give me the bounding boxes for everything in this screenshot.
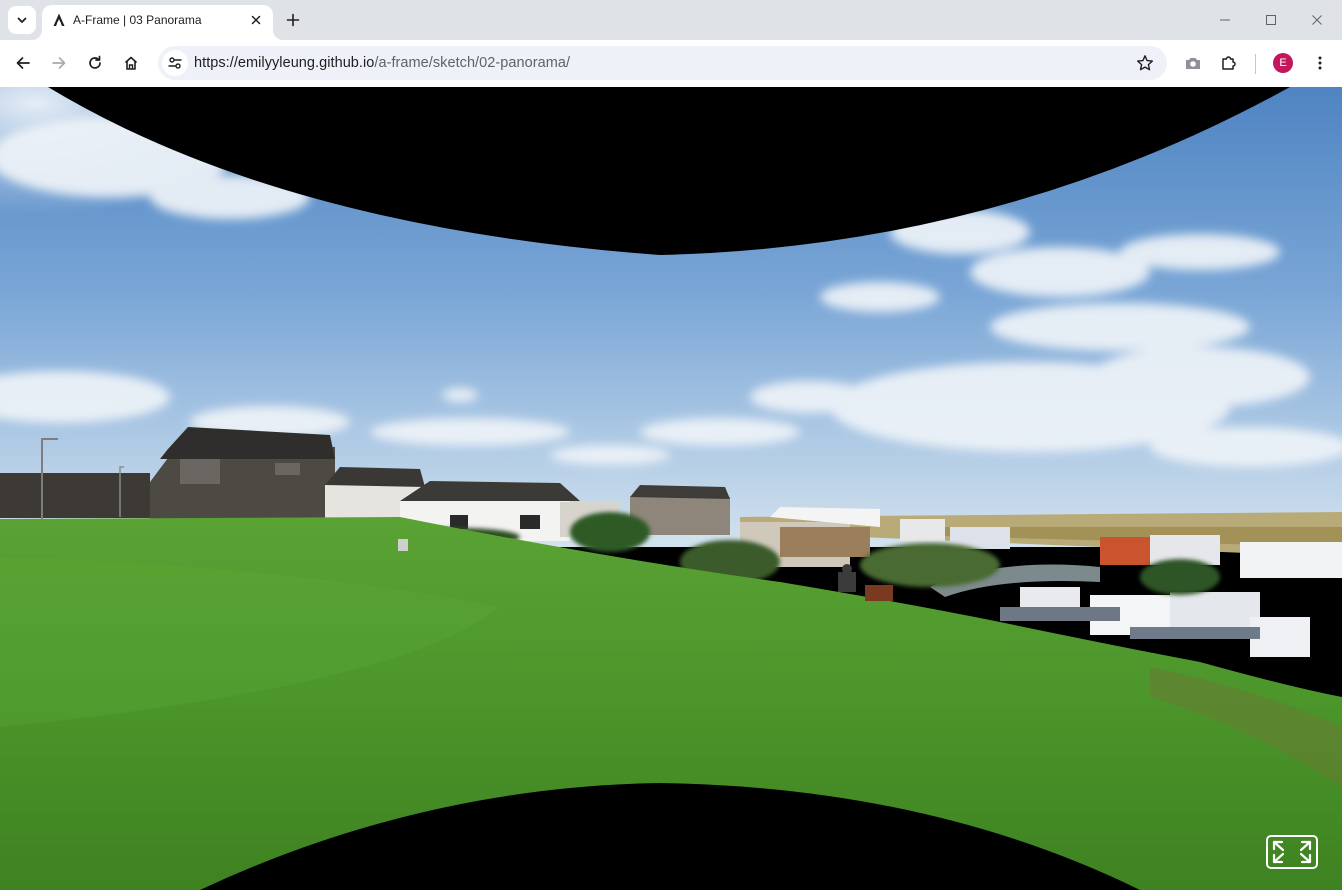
browser-menu-button[interactable]	[1305, 48, 1335, 78]
address-bar[interactable]: https://emilyyleung.github.io/a-frame/sk…	[158, 46, 1167, 80]
reload-button[interactable]	[80, 48, 110, 78]
site-info-button[interactable]	[162, 50, 188, 76]
tune-icon	[168, 57, 182, 69]
browser-toolbar: https://emilyyleung.github.io/a-frame/sk…	[0, 40, 1342, 87]
puzzle-icon	[1222, 56, 1236, 70]
tab-close-button[interactable]	[247, 11, 265, 29]
home-button[interactable]	[116, 48, 146, 78]
window-maximize-button[interactable]	[1248, 4, 1294, 36]
forward-button[interactable]	[44, 48, 74, 78]
minimize-icon	[1220, 19, 1230, 21]
bookmark-button[interactable]	[1135, 53, 1155, 73]
url-path: /a-frame/sketch/02-panorama/	[374, 55, 571, 71]
person-figure	[398, 539, 408, 551]
plus-icon	[286, 13, 300, 27]
toolbar-divider	[1255, 54, 1256, 74]
screenshot-button[interactable]	[1178, 48, 1208, 78]
profile-avatar[interactable]: E	[1273, 53, 1293, 73]
panorama-scene[interactable]	[0, 87, 1342, 890]
reload-icon	[89, 55, 101, 69]
close-icon	[251, 15, 261, 25]
star-icon	[1137, 55, 1153, 71]
camera-icon	[1186, 58, 1200, 69]
home-icon	[124, 56, 138, 70]
maximize-icon	[1266, 15, 1276, 25]
tab-strip: A-Frame | 03 Panorama	[0, 0, 1342, 40]
tab-title: A-Frame | 03 Panorama	[73, 13, 202, 27]
back-button[interactable]	[8, 48, 38, 78]
forward-arrow-icon	[52, 57, 66, 69]
kebab-menu-icon	[1318, 56, 1322, 70]
enter-vr-fullscreen-icon	[1272, 840, 1312, 864]
new-tab-button[interactable]	[281, 8, 305, 32]
aframe-logo-icon	[53, 13, 65, 26]
vr-fullscreen-button[interactable]	[1266, 835, 1318, 869]
close-icon	[1312, 15, 1322, 25]
aframe-scene-viewport[interactable]	[0, 87, 1342, 890]
chevron-down-icon	[17, 17, 27, 23]
url-host: https://emilyyleung.github.io	[194, 55, 375, 71]
extensions-button[interactable]	[1214, 48, 1244, 78]
url-text[interactable]: https://emilyyleung.github.io/a-frame/sk…	[194, 55, 570, 71]
window-close-button[interactable]	[1294, 4, 1340, 36]
back-arrow-icon	[16, 57, 30, 69]
window-minimize-button[interactable]	[1202, 4, 1248, 36]
active-tab[interactable]: A-Frame | 03 Panorama	[42, 5, 273, 40]
